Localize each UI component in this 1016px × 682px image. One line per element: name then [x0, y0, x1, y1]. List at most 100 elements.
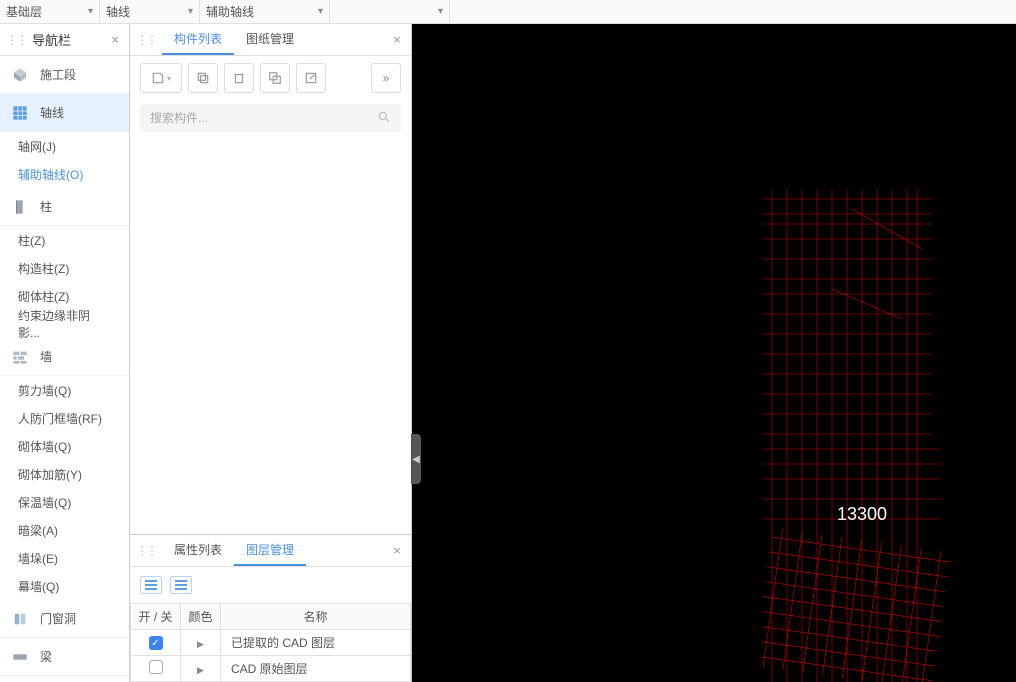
dropdown-floor[interactable]: 基础层 ▾ — [0, 0, 100, 23]
nav-item-label: 轴网(J) — [18, 138, 56, 155]
dropdown-subcategory-label: 辅助轴线 — [206, 3, 254, 20]
nav-section-label: 柱 — [40, 198, 52, 215]
dropdown-category[interactable]: 轴线 ▾ — [100, 0, 200, 23]
nav-tree: 施工段 轴线 轴网(J) 辅助轴线(O) 柱 柱(Z) 构造柱(Z) 砌体柱(Z… — [0, 56, 129, 682]
grip-icon[interactable]: ⋮⋮ — [136, 33, 156, 47]
tab-label: 图纸管理 — [246, 30, 294, 47]
nav-item-masonry-reinforce[interactable]: 砌体加筋(Y) — [0, 460, 129, 488]
nav-item-label: 砌体柱(Z) — [18, 288, 69, 305]
nav-panel-title: 导航栏 — [32, 30, 107, 49]
grip-icon[interactable]: ⋮⋮ — [136, 544, 156, 558]
nav-item-hidden-beam[interactable]: 暗梁(A) — [0, 516, 129, 544]
chevron-down-icon: ▾ — [318, 6, 323, 17]
nav-item-label: 砌体墙(Q) — [18, 438, 71, 455]
close-icon[interactable]: × — [107, 32, 123, 47]
bars-icon — [145, 580, 157, 590]
layer-toggle-checkbox[interactable]: ✓ — [149, 636, 163, 650]
top-filter-bar: 基础层 ▾ 轴线 ▾ 辅助轴线 ▾ ▾ — [0, 0, 1016, 24]
table-header: 开 / 关 — [131, 604, 181, 630]
nav-item-label: 辅助轴线(O) — [18, 166, 83, 183]
nav-item-shear-wall[interactable]: 剪力墙(Q) — [0, 376, 129, 404]
close-icon[interactable]: × — [389, 543, 405, 558]
nav-item-curtain-wall[interactable]: 幕墙(Q) — [0, 572, 129, 600]
nav-item-label: 剪力墙(Q) — [18, 382, 71, 399]
component-toolbar: ▾ » — [130, 56, 411, 100]
nav-section-wall[interactable]: 墙 — [0, 338, 129, 376]
nav-section-label: 轴线 — [40, 104, 64, 121]
nav-section-label: 梁 — [40, 648, 52, 665]
triangle-right-icon[interactable]: ▶ — [197, 665, 204, 675]
layer-toolbar — [130, 567, 411, 603]
tab-drawing-manage[interactable]: 图纸管理 — [234, 24, 306, 55]
table-row[interactable]: ▶ CAD 原始图层 — [131, 656, 411, 682]
tab-component-list[interactable]: 构件列表 — [162, 24, 234, 55]
dropdown-category-label: 轴线 — [106, 3, 130, 20]
canvas-viewport[interactable]: ◀ 13300 — [412, 24, 1016, 682]
nav-panel: ⋮⋮ 导航栏 × 施工段 轴线 轴网(J) 辅助轴线(O) — [0, 24, 130, 682]
construction-icon — [10, 65, 30, 85]
nav-item-axis-grid[interactable]: 轴网(J) — [0, 132, 129, 160]
layer-toggle-checkbox[interactable] — [149, 660, 163, 674]
property-panel: ⋮⋮ 属性列表 图层管理 × 开 / 关 颜色 名 — [130, 534, 411, 682]
search-input[interactable] — [150, 111, 377, 125]
nav-item-masonry-column[interactable]: 砌体柱(Z) — [0, 282, 129, 310]
nav-section-column[interactable]: 柱 — [0, 188, 129, 226]
nav-item-defense-door-wall[interactable]: 人防门框墙(RF) — [0, 404, 129, 432]
search-icon[interactable] — [377, 110, 391, 127]
expand-all-button[interactable] — [140, 576, 162, 594]
table-header: 颜色 — [181, 604, 221, 630]
close-icon[interactable]: × — [389, 32, 405, 47]
tab-label: 图层管理 — [246, 541, 294, 558]
search-container — [130, 100, 411, 136]
layer-name: CAD 原始图层 — [221, 656, 411, 682]
nav-item-wall-pier[interactable]: 墙垛(E) — [0, 544, 129, 572]
nav-item-column[interactable]: 柱(Z) — [0, 226, 129, 254]
nav-item-label: 砌体加筋(Y) — [18, 466, 82, 483]
table-header-row: 开 / 关 颜色 名称 — [131, 604, 411, 630]
component-tabs: ⋮⋮ 构件列表 图纸管理 × — [130, 24, 411, 56]
nav-panel-header: ⋮⋮ 导航栏 × — [0, 24, 129, 56]
delete-button[interactable] — [224, 63, 254, 93]
grip-icon[interactable]: ⋮⋮ — [6, 33, 26, 47]
nav-item-label: 暗梁(A) — [18, 522, 58, 539]
collapse-handle[interactable]: ◀ — [411, 434, 421, 484]
nav-section-axis[interactable]: 轴线 — [0, 94, 129, 132]
nav-item-constraint-edge[interactable]: 约束边缘非阴影... — [0, 310, 129, 338]
nav-item-insulation-wall[interactable]: 保温墙(Q) — [0, 488, 129, 516]
dropdown-subcategory[interactable]: 辅助轴线 ▾ — [200, 0, 330, 23]
more-button[interactable]: » — [371, 63, 401, 93]
nav-section-label: 门窗洞 — [40, 610, 76, 627]
triangle-right-icon[interactable]: ▶ — [197, 639, 204, 649]
double-chevron-right-icon: » — [383, 71, 390, 85]
nav-item-aux-axis[interactable]: 辅助轴线(O) — [0, 160, 129, 188]
nav-item-label: 保温墙(Q) — [18, 494, 71, 511]
nav-item-masonry-wall[interactable]: 砌体墙(Q) — [0, 432, 129, 460]
nav-item-label: 人防门框墙(RF) — [18, 410, 102, 427]
new-button[interactable]: ▾ — [140, 63, 182, 93]
search-wrap — [140, 104, 401, 132]
nav-item-label: 约束边缘非阴影... — [18, 307, 111, 341]
tab-layer-manage[interactable]: 图层管理 — [234, 535, 306, 566]
nav-section-construction[interactable]: 施工段 — [0, 56, 129, 94]
door-window-icon — [10, 609, 30, 629]
chevron-down-icon: ▾ — [188, 6, 193, 17]
dropdown-item[interactable]: ▾ — [330, 0, 450, 23]
duplicate-button[interactable] — [260, 63, 290, 93]
link-button[interactable] — [296, 63, 326, 93]
tab-label: 属性列表 — [174, 541, 222, 558]
dropdown-floor-label: 基础层 — [6, 3, 42, 20]
chevron-down-icon: ▾ — [167, 74, 171, 83]
collapse-all-button[interactable] — [170, 576, 192, 594]
tab-property-list[interactable]: 属性列表 — [162, 535, 234, 566]
center-panel: ⋮⋮ 构件列表 图纸管理 × ▾ » — [130, 24, 412, 682]
bars-icon — [175, 580, 187, 590]
nav-item-label: 柱(Z) — [18, 232, 45, 249]
beam-icon — [10, 647, 30, 667]
nav-item-struct-column[interactable]: 构造柱(Z) — [0, 254, 129, 282]
table-row[interactable]: ✓ ▶ 已提取的 CAD 图层 — [131, 630, 411, 656]
layer-table: 开 / 关 颜色 名称 ✓ ▶ 已提取的 CAD 图层 ▶ CAD 原始图层 — [130, 603, 411, 682]
nav-section-label: 墙 — [40, 348, 52, 365]
copy-button[interactable] — [188, 63, 218, 93]
nav-section-beam[interactable]: 梁 — [0, 638, 129, 676]
nav-section-door-window[interactable]: 门窗洞 — [0, 600, 129, 638]
